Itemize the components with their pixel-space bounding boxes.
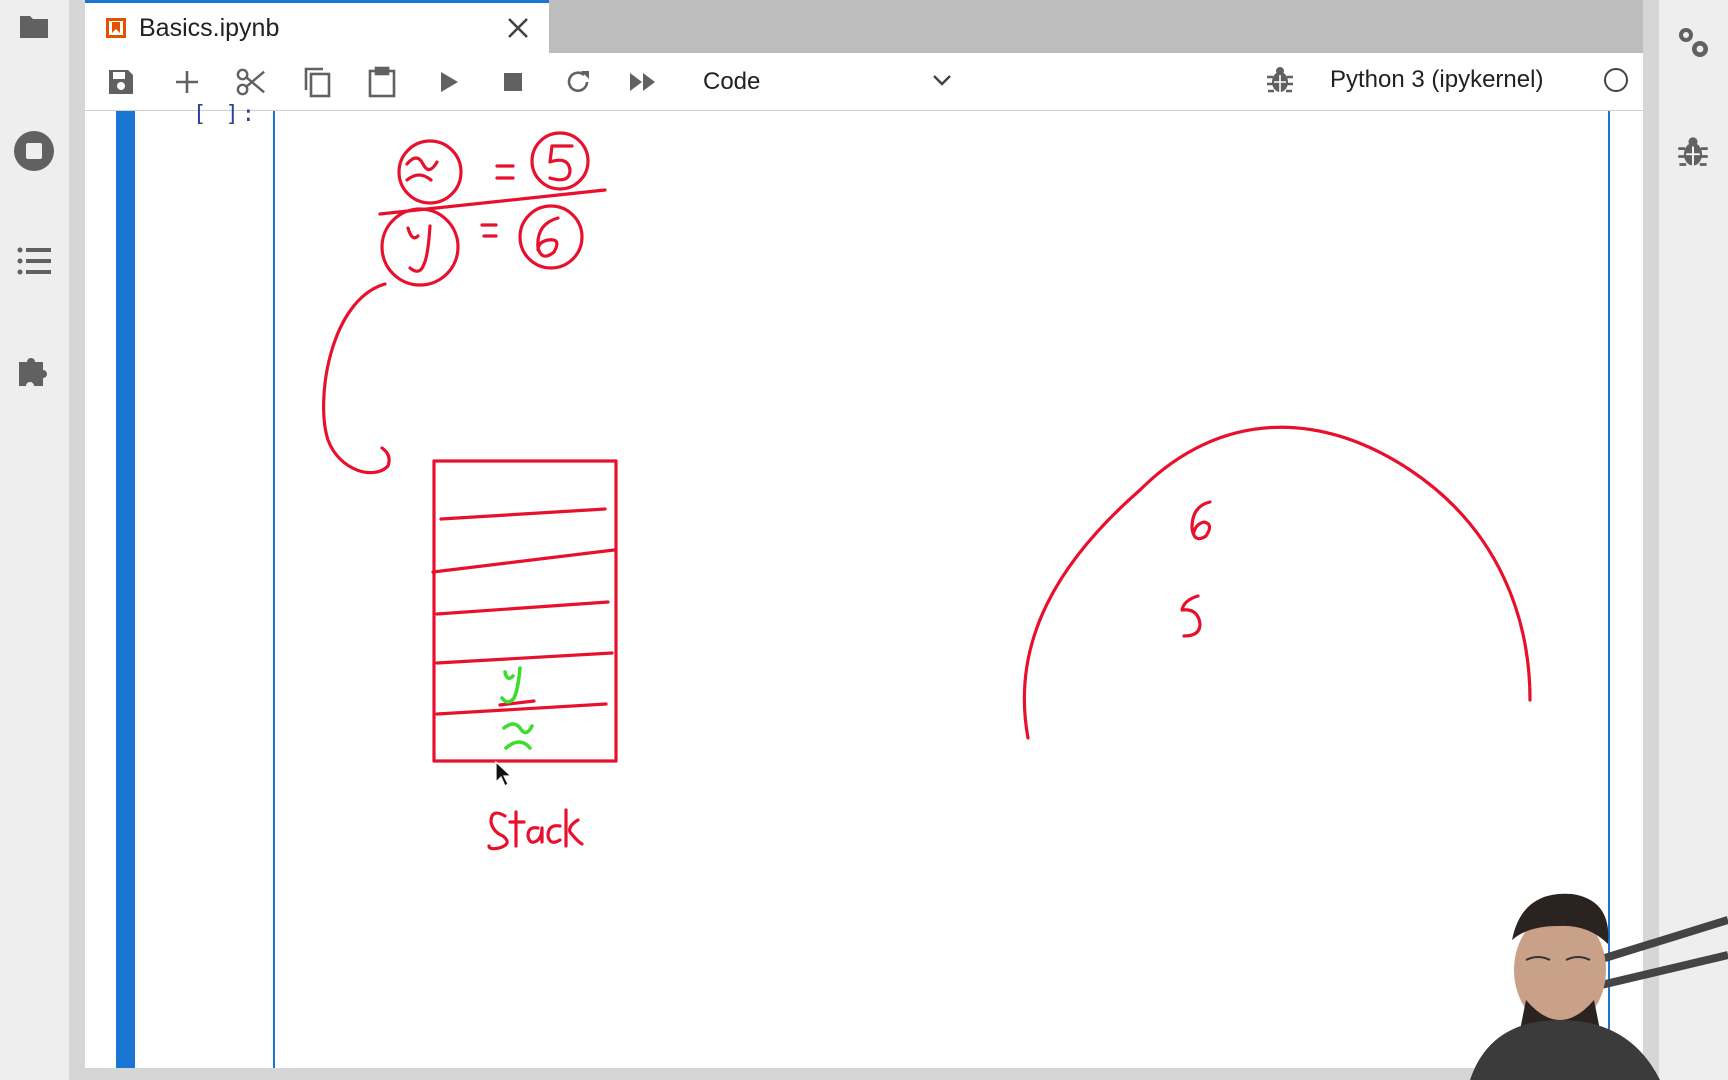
running-sessions-icon[interactable]: [10, 127, 58, 175]
save-icon: [109, 70, 133, 94]
plus-icon: [176, 71, 198, 93]
copy-button[interactable]: [302, 67, 332, 98]
close-icon[interactable]: [505, 15, 531, 41]
debugger-icon[interactable]: [1265, 65, 1295, 95]
insert-cell-button[interactable]: [172, 67, 202, 97]
interrupt-button[interactable]: [498, 67, 528, 97]
debugger-panel-icon[interactable]: [1669, 128, 1717, 176]
left-sidebar: [0, 0, 69, 1080]
cut-button[interactable]: [236, 67, 266, 97]
run-button[interactable]: [434, 67, 464, 97]
copy-icon: [304, 67, 331, 98]
webcam-overlay: [1430, 880, 1728, 1080]
tab-title: Basics.ipynb: [139, 13, 280, 42]
notebook-panel: [85, 111, 1643, 1068]
cell-type-dropdown[interactable]: Code: [703, 63, 963, 101]
chevron-down-icon: [933, 75, 951, 86]
extensions-icon[interactable]: [10, 347, 58, 395]
save-button[interactable]: [106, 67, 136, 97]
kernel-status-indicator: [1604, 68, 1628, 92]
folder-icon[interactable]: [10, 2, 58, 50]
cell-collapser[interactable]: [116, 111, 135, 1068]
stop-icon: [504, 73, 522, 91]
refresh-icon: [567, 71, 589, 92]
property-inspector-icon[interactable]: [1669, 18, 1717, 66]
cell-prompt: [ ]:: [193, 102, 258, 127]
cell-editor-border: [273, 111, 275, 1068]
bottom-gap: [85, 1068, 1643, 1080]
run-all-button[interactable]: [628, 67, 658, 97]
paste-button[interactable]: [367, 66, 397, 98]
kernel-name[interactable]: Python 3 (ipykernel): [1330, 66, 1543, 94]
notebook-tab[interactable]: Basics.ipynb: [85, 0, 549, 53]
play-icon: [441, 72, 458, 92]
clipboard-icon: [368, 66, 396, 98]
table-of-contents-icon[interactable]: [10, 237, 58, 285]
fast-forward-icon: [630, 73, 655, 91]
notebook-icon: [106, 18, 126, 38]
cell-type-label: Code: [703, 68, 761, 95]
notebook-toolbar: Code Python 3 (ipykernel): [85, 53, 1643, 111]
scissors-icon: [236, 68, 265, 96]
restart-button[interactable]: [563, 67, 593, 97]
